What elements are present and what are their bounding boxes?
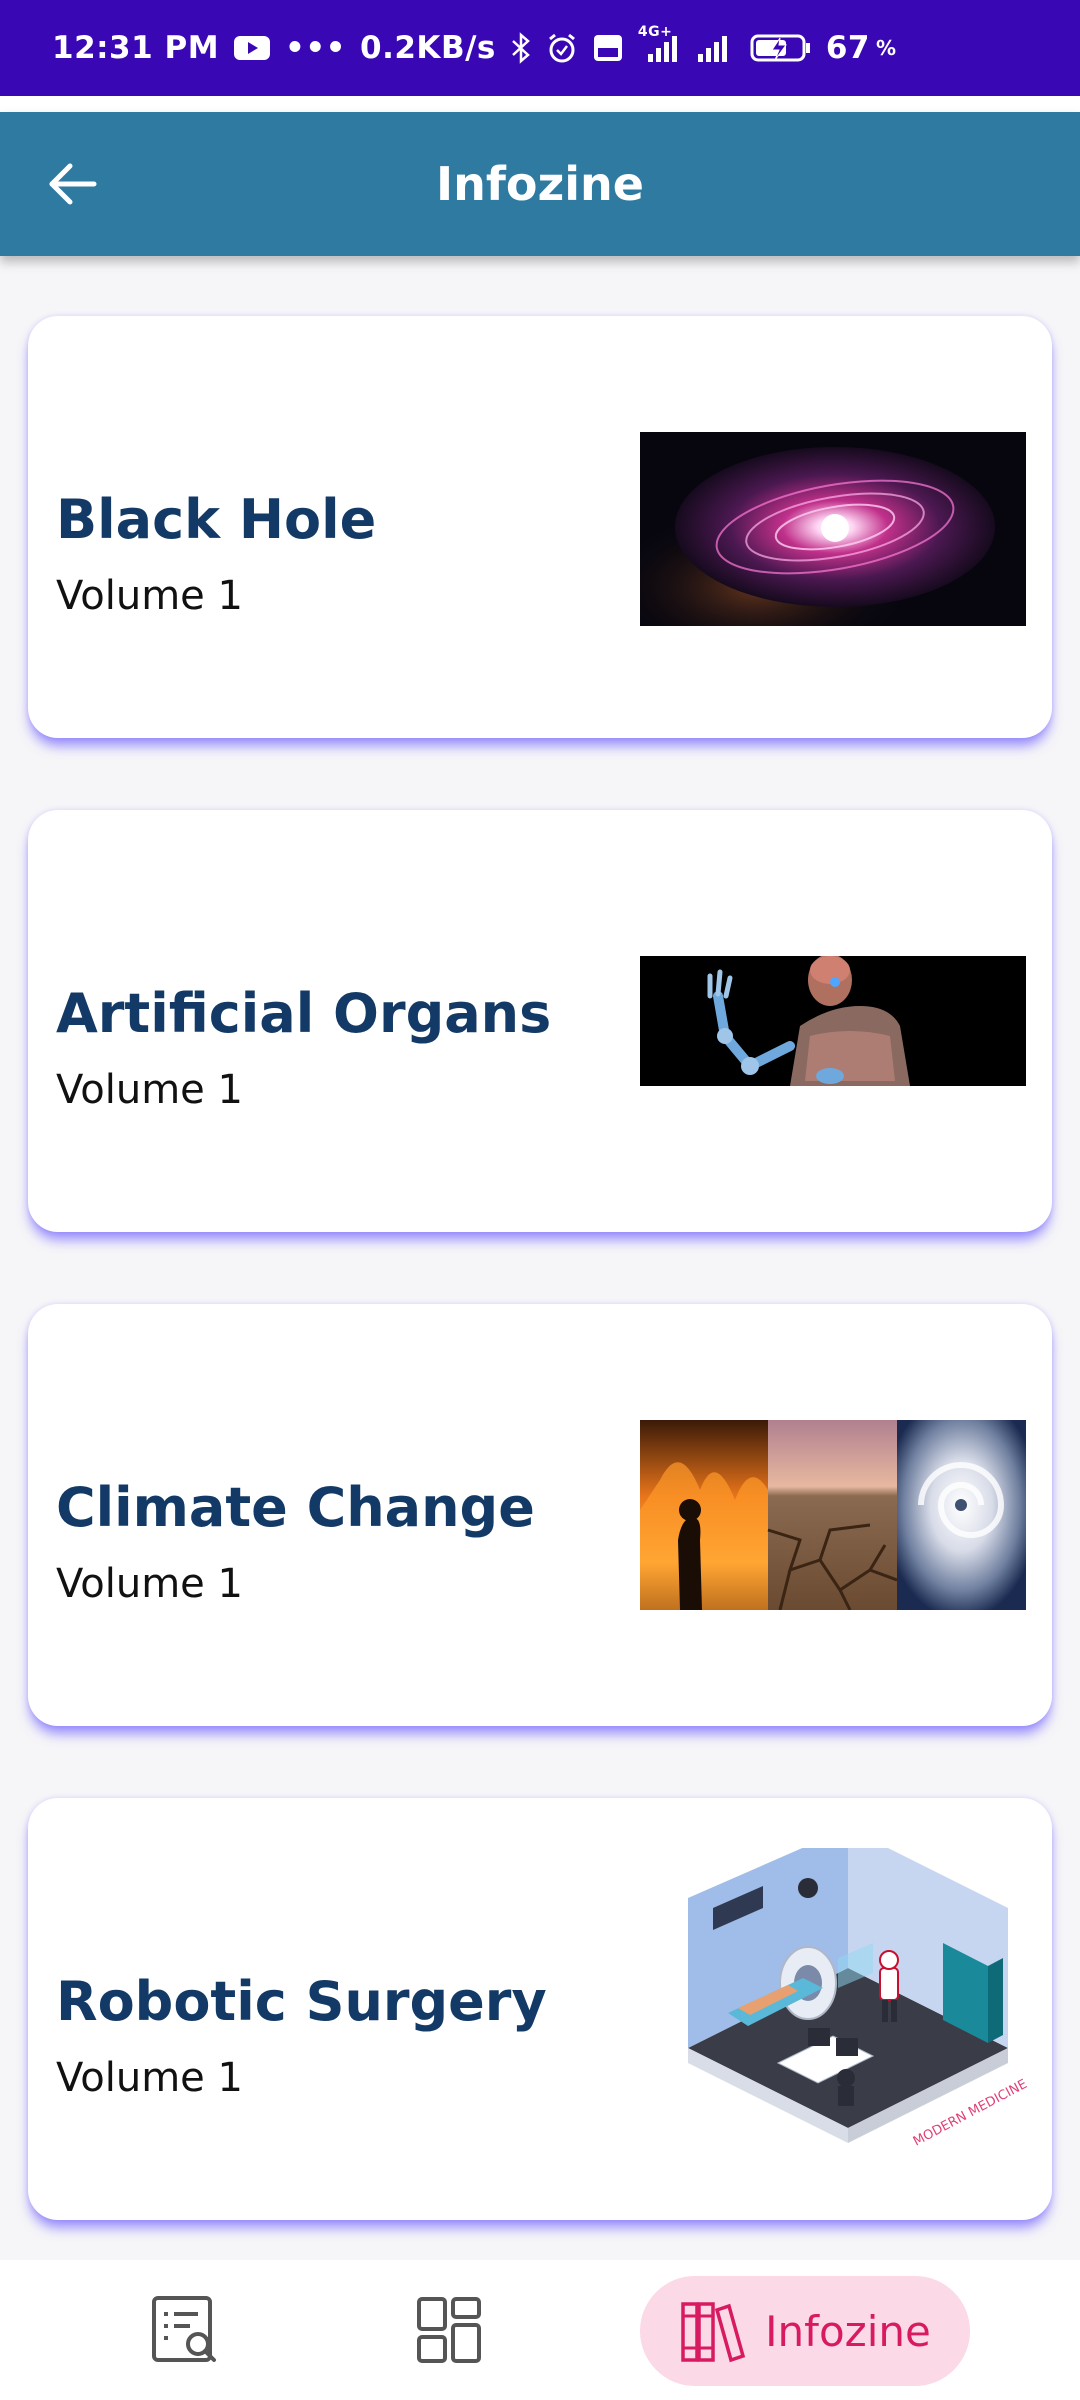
infozine-card[interactable]: Robotic Surgery Volume 1 MODERN MEDICINE <box>28 1798 1052 2220</box>
nav-item-infozine[interactable]: Infozine <box>640 2276 970 2386</box>
battery-unit: % <box>875 36 897 60</box>
galaxy-nebula-image <box>640 432 1026 626</box>
arrow-left-icon <box>49 163 97 205</box>
dashboard-grid-icon <box>417 2297 481 2363</box>
page-title: Infozine <box>436 157 644 211</box>
nav-item-infozine-label: Infozine <box>765 2306 931 2356</box>
infozine-card[interactable]: Climate Change Volume 1 <box>28 1304 1052 1726</box>
fire-drought-hurricane-image <box>640 1420 1026 1610</box>
bluetooth-icon <box>510 32 532 64</box>
books-icon <box>681 2302 746 2363</box>
youtube-icon <box>233 34 271 62</box>
card-text: Robotic Surgery Volume 1 <box>56 1970 547 2101</box>
list-search-icon <box>152 2296 216 2362</box>
card-text: Artificial Organs Volume 1 <box>56 982 551 1113</box>
card-text: Climate Change Volume 1 <box>56 1476 535 1607</box>
card-title: Artificial Organs <box>56 982 552 1045</box>
infozine-card[interactable]: Artificial Organs Volume 1 <box>28 810 1052 1232</box>
status-divider <box>0 96 1080 112</box>
card-subtitle: Volume 1 <box>56 2055 243 2101</box>
alarm-icon <box>546 32 578 64</box>
card-title: Black Hole <box>56 488 377 551</box>
infozine-list: Black Hole Volume 1 Artificial Organs Vo… <box>0 256 1080 2254</box>
bottom-navigation: Infozine <box>0 2260 1080 2400</box>
isometric-operating-room-image: MODERN MEDICINE <box>658 1848 1038 2188</box>
signal-4g-label: 4G+ <box>637 24 673 40</box>
network-speed: 0.2KB/s <box>360 30 496 66</box>
app-bar: Infozine <box>0 112 1080 256</box>
card-title: Climate Change <box>56 1476 535 1539</box>
signal-icon <box>696 32 736 64</box>
battery-level: 67 <box>825 30 870 66</box>
status-time: 12:31 PM <box>52 30 220 66</box>
infozine-card[interactable]: Black Hole Volume 1 <box>28 316 1052 738</box>
status-more-dots: ••• <box>285 30 346 66</box>
robotic-human-image <box>640 956 1026 1086</box>
battery-charging-icon <box>750 32 812 64</box>
card-subtitle: Volume 1 <box>56 573 243 619</box>
card-title: Robotic Surgery <box>56 1970 547 2033</box>
card-subtitle: Volume 1 <box>56 1067 243 1113</box>
card-subtitle: Volume 1 <box>56 1561 243 1607</box>
status-bar: 12:31 PM ••• 0.2KB/s 4G+ 67 % <box>0 0 1080 96</box>
back-button[interactable] <box>36 148 108 220</box>
signal-4g-icon: 4G+ <box>638 24 682 64</box>
volte-icon <box>592 32 624 64</box>
battery-percent: 67 % <box>826 30 897 66</box>
nav-item-search-list[interactable] <box>130 2280 240 2380</box>
card-text: Black Hole Volume 1 <box>56 488 376 619</box>
nav-item-dashboard[interactable] <box>395 2280 505 2380</box>
